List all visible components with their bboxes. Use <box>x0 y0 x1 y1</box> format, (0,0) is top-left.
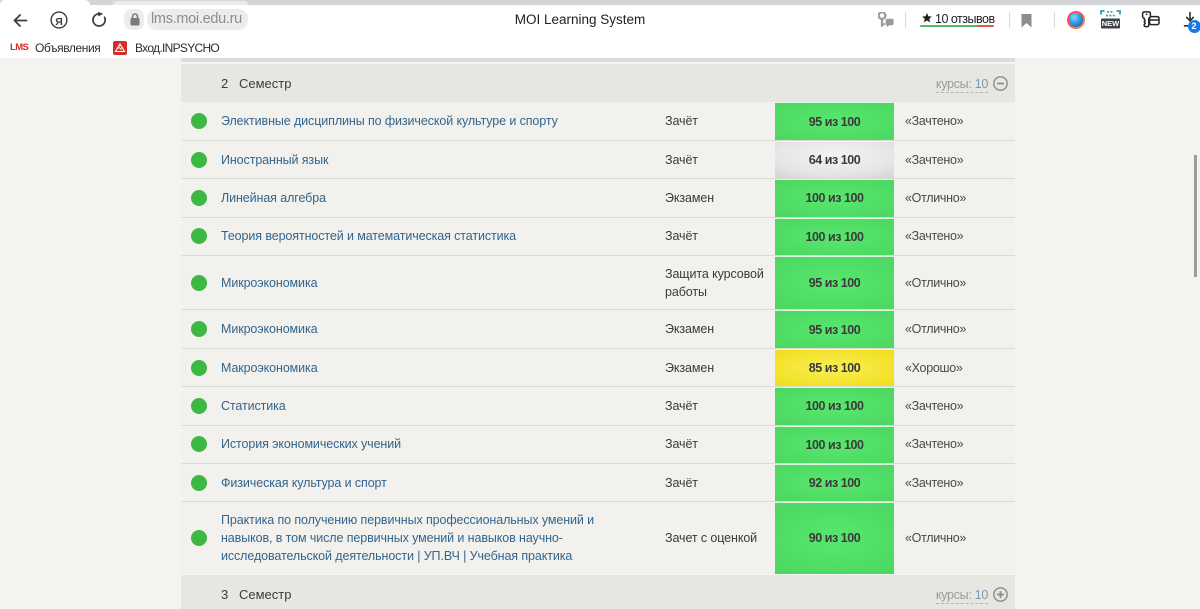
svg-text:NEW: NEW <box>1102 19 1120 28</box>
